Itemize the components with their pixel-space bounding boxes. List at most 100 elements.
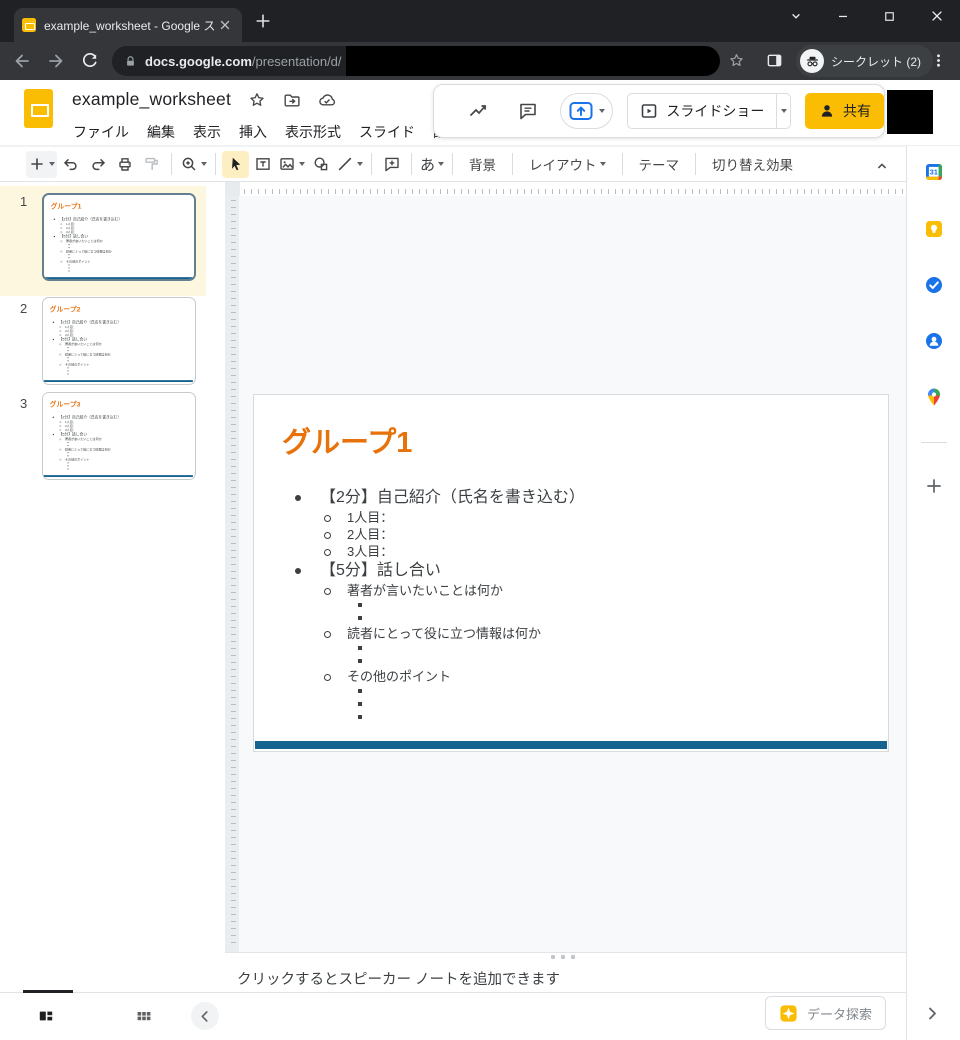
- chevron-down-icon: [299, 162, 305, 166]
- filmstrip-view-button[interactable]: [32, 1002, 60, 1030]
- bullet-item: [254, 655, 880, 668]
- new-slide-button[interactable]: [26, 151, 57, 178]
- browser-tab[interactable]: example_worksheet - Google スラ: [14, 8, 242, 42]
- furigana-button[interactable]: あ: [418, 151, 446, 178]
- url-redacted-block: [346, 46, 720, 76]
- menu-item[interactable]: ファイル: [64, 120, 138, 144]
- move-to-folder-icon[interactable]: [283, 91, 301, 109]
- expand-side-panel-button[interactable]: [923, 1004, 945, 1026]
- bullet-item: 【2分】自己紹介（氏名を書き込む）: [254, 487, 880, 509]
- slide-number: 3: [20, 396, 27, 411]
- slideshow-dropdown-button[interactable]: [776, 94, 790, 128]
- chevron-down-icon: [49, 162, 55, 166]
- toolbar-divider: [512, 153, 513, 175]
- address-bar[interactable]: docs.google.com/presentation/d/: [112, 46, 720, 76]
- menu-item[interactable]: 表示形式: [276, 120, 350, 144]
- bottom-bar: データ探索: [0, 992, 906, 1040]
- bullet-item: その他のポイント: [254, 668, 880, 685]
- speaker-notes-placeholder[interactable]: クリックするとスピーカー ノートを追加できます: [237, 968, 560, 989]
- browser-window: example_worksheet - Google スラ: [0, 0, 960, 1040]
- account-avatar[interactable]: [887, 90, 933, 134]
- notes-resize-handle[interactable]: [551, 955, 575, 959]
- back-button[interactable]: [12, 51, 34, 73]
- mini-slide-title: グループ1: [51, 201, 82, 211]
- mini-bullet-item: [43, 468, 191, 471]
- slide-thumbnail-1[interactable]: グループ1 【2分】自己紹介（氏名を書き込む）1人目：2人目：3人目：【5分】話…: [42, 193, 196, 281]
- slide-number: 1: [20, 194, 27, 209]
- keep-icon[interactable]: [924, 219, 944, 239]
- slide-title[interactable]: グループ1: [282, 419, 412, 461]
- share-button[interactable]: 共有: [805, 93, 884, 129]
- toolbar-divider: [215, 153, 216, 175]
- print-button[interactable]: [111, 151, 138, 178]
- forward-button[interactable]: [46, 51, 68, 73]
- select-tool-button[interactable]: [222, 151, 249, 178]
- paint-format-button[interactable]: [138, 151, 165, 178]
- toolbar-divider: [695, 153, 696, 175]
- zoom-button[interactable]: [178, 151, 209, 178]
- layout-button[interactable]: レイアウト: [519, 151, 616, 178]
- menu-item[interactable]: 挿入: [230, 120, 276, 144]
- star-icon[interactable]: [248, 91, 266, 109]
- bullet-item: [254, 642, 880, 655]
- share-label: 共有: [843, 101, 871, 121]
- bullet-item: 読者にとって役に立つ情報は何か: [254, 625, 880, 642]
- new-tab-button[interactable]: [254, 12, 274, 32]
- transition-button[interactable]: 切り替え効果: [702, 151, 803, 178]
- minimize-button[interactable]: [819, 0, 866, 32]
- app-header: example_worksheet ファイル編集表示挿入表示形式スライド配置: [0, 80, 960, 146]
- insert-line-button[interactable]: [334, 151, 365, 178]
- insert-image-button[interactable]: [276, 151, 307, 178]
- get-addons-button[interactable]: [924, 476, 944, 496]
- insert-shape-button[interactable]: [307, 151, 334, 178]
- undo-button[interactable]: [57, 151, 84, 178]
- calendar-icon[interactable]: 31: [924, 162, 944, 182]
- window-controls: [772, 0, 960, 32]
- incognito-badge[interactable]: シークレット (2): [796, 45, 933, 77]
- bullet-item: [254, 685, 880, 698]
- side-panel-icon[interactable]: [766, 52, 783, 69]
- cloud-saved-icon[interactable]: [318, 91, 336, 109]
- slide-thumbnail-3[interactable]: グループ3 【2分】自己紹介（氏名を書き込む）1人目：2人目：3人目：【5分】話…: [42, 392, 196, 480]
- menu-item[interactable]: 表示: [184, 120, 230, 144]
- svg-text:31: 31: [930, 167, 938, 176]
- menu-item[interactable]: スライド: [350, 120, 424, 144]
- comment-icon[interactable]: [518, 101, 538, 121]
- bullet-item: 【5分】話し合い: [254, 560, 880, 582]
- document-title[interactable]: example_worksheet: [72, 89, 231, 110]
- collapse-filmstrip-button[interactable]: [191, 1002, 219, 1030]
- grid-view-button[interactable]: [130, 1002, 158, 1030]
- contacts-icon[interactable]: [924, 331, 944, 351]
- slide-filmstrip: 1 グループ1 【2分】自己紹介（氏名を書き込む）1人目：2人目：3人目：【5分…: [0, 182, 225, 992]
- collapse-toolbar-button[interactable]: [868, 152, 895, 179]
- slide-thumbnail-row: 1 グループ1 【2分】自己紹介（氏名を書き込む）1人目：2人目：3人目：【5分…: [0, 186, 206, 296]
- bookmark-star-icon[interactable]: [728, 52, 745, 69]
- maps-icon[interactable]: [924, 387, 944, 407]
- menu-item[interactable]: 編集: [138, 120, 184, 144]
- slide-thumbnail-2[interactable]: グループ2 【2分】自己紹介（氏名を書き込む）1人目：2人目：3人目：【5分】話…: [42, 297, 196, 385]
- slides-logo-icon[interactable]: [24, 89, 53, 128]
- side-panel-divider: [921, 442, 947, 443]
- play-in-box-icon: [640, 102, 658, 120]
- tab-close-icon[interactable]: [216, 16, 234, 34]
- slide-number: 2: [20, 301, 27, 316]
- slideshow-button[interactable]: スライドショー: [628, 94, 776, 128]
- slide-thumbnail-row: 2 グループ2 【2分】自己紹介（氏名を書き込む）1人目：2人目：3人目：【5分…: [0, 293, 206, 391]
- add-comment-button[interactable]: [378, 151, 405, 178]
- maximize-button[interactable]: [866, 0, 913, 32]
- present-to-meeting-button[interactable]: [560, 93, 613, 129]
- activity-icon[interactable]: [468, 101, 488, 121]
- theme-button[interactable]: テーマ: [629, 151, 690, 178]
- slide-body-text[interactable]: 【2分】自己紹介（氏名を書き込む）1人目：2人目：3人目：【5分】話し合い著者が…: [254, 487, 880, 724]
- close-window-button[interactable]: [913, 0, 960, 32]
- background-button[interactable]: 背景: [459, 151, 506, 178]
- incognito-label: シークレット (2): [831, 53, 921, 70]
- browser-menu-icon[interactable]: [930, 52, 947, 69]
- explore-button[interactable]: データ探索: [765, 996, 886, 1030]
- chevron-down-icon[interactable]: [772, 0, 819, 32]
- text-box-button[interactable]: [249, 151, 276, 178]
- reload-button[interactable]: [80, 51, 102, 73]
- redo-button[interactable]: [84, 151, 111, 178]
- tasks-icon[interactable]: [924, 275, 944, 295]
- slide-editor[interactable]: グループ1 【2分】自己紹介（氏名を書き込む）1人目：2人目：3人目：【5分】話…: [253, 394, 889, 752]
